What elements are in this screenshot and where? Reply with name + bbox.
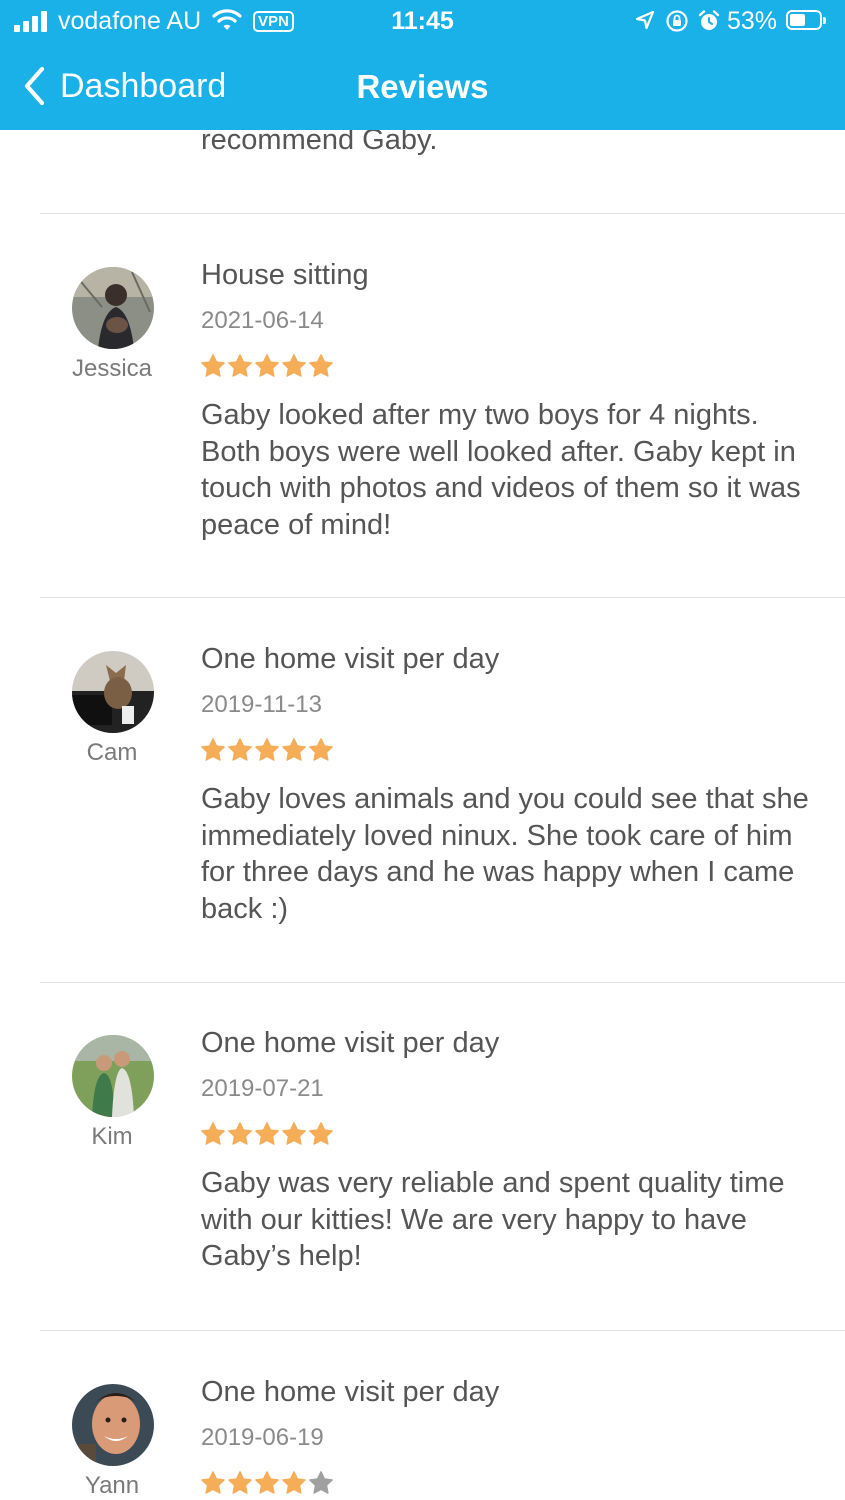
review-date: 2019-07-21 — [201, 1075, 324, 1102]
orientation-lock-icon — [666, 10, 688, 32]
review-text: Gaby was very reliable and spent quality… — [201, 1167, 785, 1272]
star-filled-icon — [309, 354, 333, 377]
star-filled-icon — [309, 738, 333, 761]
star-filled-icon — [255, 1122, 279, 1145]
review-date: 2021-06-14 — [201, 307, 324, 334]
divider — [40, 1330, 845, 1331]
avatar[interactable] — [72, 1384, 154, 1466]
location-arrow-icon — [635, 10, 655, 30]
star-filled-icon — [201, 1471, 225, 1494]
divider — [40, 213, 845, 214]
star-filled-icon — [201, 738, 225, 761]
review-date: 2019-06-19 — [201, 1424, 324, 1451]
star-filled-icon — [309, 1122, 333, 1145]
star-filled-icon — [201, 1122, 225, 1145]
star-filled-icon — [228, 738, 252, 761]
review-date: 2019-11-13 — [201, 691, 322, 718]
star-filled-icon — [282, 354, 306, 377]
star-filled-icon — [228, 354, 252, 377]
service-type: One home visit per day — [201, 643, 500, 675]
review-text: Gaby loves animals and you could see tha… — [201, 783, 809, 925]
service-type: One home visit per day — [201, 1376, 500, 1408]
page-title: Reviews — [356, 68, 489, 105]
star-filled-icon — [282, 1122, 306, 1145]
reviewer-name: Kim — [91, 1123, 133, 1150]
star-rating — [200, 353, 334, 379]
reviewer-name: Jessica — [71, 355, 153, 382]
star-filled-icon — [201, 354, 225, 377]
star-filled-icon — [282, 1471, 306, 1494]
status-bar: vodafone AU VPN 11:45 53% — [0, 0, 845, 44]
alarm-icon — [698, 10, 720, 30]
service-type: House sitting — [201, 259, 369, 291]
reviewer-name: Yann — [84, 1472, 140, 1499]
app-header: vodafone AU VPN 11:45 53% Dashboard Revi… — [0, 0, 845, 130]
star-filled-icon — [228, 1122, 252, 1145]
star-rating — [200, 1470, 334, 1496]
review-text: Gaby looked after my two boys for 4 nigh… — [201, 399, 801, 541]
divider — [40, 982, 845, 983]
star-empty-icon — [309, 1471, 333, 1494]
nav-bar: Dashboard Reviews — [0, 44, 845, 130]
reviewer-name: Cam — [86, 739, 138, 766]
avatar[interactable] — [72, 1035, 154, 1117]
star-filled-icon — [255, 1471, 279, 1494]
avatar[interactable] — [72, 651, 154, 733]
battery-icon — [786, 10, 826, 30]
star-filled-icon — [255, 354, 279, 377]
battery-percent: 53% — [727, 7, 778, 35]
star-rating — [200, 1121, 334, 1147]
service-type: One home visit per day — [201, 1027, 500, 1059]
star-filled-icon — [282, 738, 306, 761]
star-filled-icon — [255, 738, 279, 761]
divider — [40, 597, 845, 598]
star-filled-icon — [228, 1471, 252, 1494]
avatar[interactable] — [72, 267, 154, 349]
star-rating — [200, 737, 334, 763]
